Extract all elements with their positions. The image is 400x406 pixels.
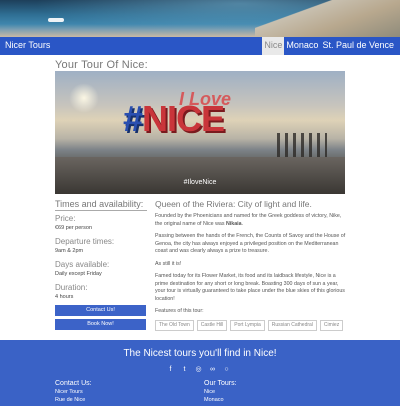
availability-panel: Times and availability: Price: €69 per p… — [55, 199, 147, 330]
page-title: Your Tour Of Nice: — [55, 59, 148, 71]
top-navigation: Nicer Tours Nice Monaco St. Paul de Venc… — [0, 37, 400, 55]
availability-divider — [55, 210, 147, 211]
price-value: €69 per person — [55, 225, 92, 231]
nav-links: Nice Monaco St. Paul de Vence — [262, 37, 396, 55]
features-list: The Old Town Castle Hill Port Lympia Rus… — [155, 319, 346, 331]
hero-boat — [48, 18, 64, 22]
price-label: Price: — [55, 214, 76, 223]
days-label: Days available: — [55, 260, 110, 269]
twitter-icon[interactable]: t — [180, 365, 189, 374]
duration-value: 4 hours — [55, 294, 74, 300]
feature-tag-castle-hill[interactable]: Castle Hill — [196, 319, 228, 331]
feature-tag-port-lympia[interactable]: Port Lympia — [230, 319, 265, 331]
hero-shoreline — [255, 0, 400, 37]
tour-description: Queen of the Riviera: City of light and … — [155, 199, 346, 331]
feature-tag-cimiez[interactable]: Cimiez — [319, 319, 344, 331]
photo-sign-hash: # — [123, 98, 143, 139]
instagram-icon[interactable]: ◎ — [194, 365, 203, 374]
footer-tour-link-monaco[interactable]: Monaco — [204, 397, 237, 403]
feature-tag-old-town[interactable]: The Old Town — [155, 319, 194, 331]
features-label: Features of this tour: — [155, 308, 204, 314]
footer-tours: Our Tours: Nice Monaco — [204, 380, 237, 403]
nav-link-monaco[interactable]: Monaco — [284, 37, 320, 55]
photo-caption: #IloveNice — [183, 179, 217, 186]
contact-us-button[interactable]: Contact Us! — [55, 305, 146, 316]
nav-link-st-paul-de-vence[interactable]: St. Paul de Vence — [320, 37, 396, 55]
description-heading: Queen of the Riviera: City of light and … — [155, 199, 312, 209]
description-paragraph-4: Famed today for its Flower Market, its f… — [155, 273, 345, 302]
description-paragraph-1: Founded by the Phoenicians and named for… — [155, 213, 346, 228]
description-paragraph-3: As still it is! — [155, 260, 182, 267]
departure-label: Departure times: — [55, 237, 115, 246]
footer-contact-item: Rue de Nice — [55, 397, 86, 403]
paragraph-1-text: Founded by the Phoenicians and named for… — [155, 213, 342, 227]
feature-tag-russian-cathedral[interactable]: Russian Cathedral — [267, 319, 317, 331]
footer-contact-heading: Contact Us: — [55, 380, 92, 387]
footer-tagline: The Nicest tours you'll find in Nice! — [123, 348, 277, 359]
social-links: f t ◎ ∞ ○ — [166, 365, 231, 374]
nav-link-nice[interactable]: Nice — [262, 37, 285, 55]
footer-contact-item: Nicer Tours — [55, 389, 83, 395]
paragraph-1-bold: Nikaia — [225, 220, 242, 227]
photo-sign-nice: NICE — [142, 98, 225, 139]
duration-label: Duration: — [55, 283, 88, 292]
footer-tours-heading: Our Tours: — [204, 380, 237, 387]
hero-image — [0, 0, 400, 37]
availability-heading: Times and availability: — [55, 199, 144, 209]
departure-value: 9am & 2pm — [55, 248, 84, 254]
tripadvisor-icon[interactable]: ∞ — [208, 365, 217, 374]
footer: The Nicest tours you'll find in Nice! f … — [0, 340, 400, 406]
brand-link[interactable]: Nicer Tours — [5, 40, 50, 50]
photo-sign: #NICE — [123, 98, 225, 139]
photo-pavement — [55, 157, 345, 194]
footer-contact: Contact Us: Nicer Tours Rue de Nice — [55, 380, 92, 403]
photo-people — [277, 133, 327, 157]
days-value: Daily except Friday — [55, 271, 102, 277]
footer-tour-link-nice[interactable]: Nice — [204, 389, 237, 395]
facebook-icon[interactable]: f — [166, 365, 175, 374]
tour-photo: I Love #NICE #IloveNice — [55, 71, 345, 194]
paragraph-1-end: . — [241, 220, 244, 227]
description-paragraph-2: Passing between the hands of the French,… — [155, 233, 346, 254]
book-now-button[interactable]: Book Now! — [55, 319, 146, 330]
whatsapp-icon[interactable]: ○ — [222, 365, 231, 374]
photo-sun — [69, 83, 99, 113]
